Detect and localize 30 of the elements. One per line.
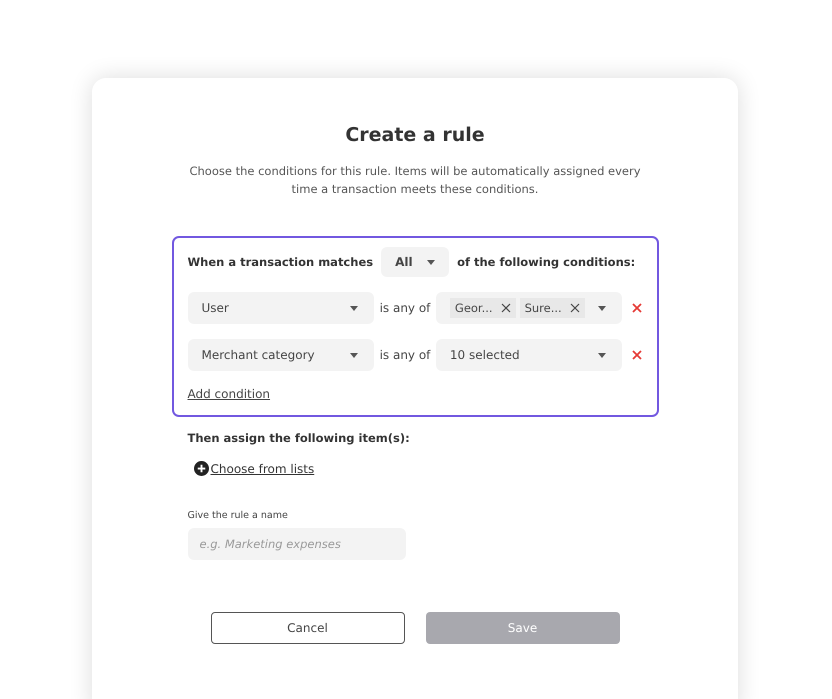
name-field[interactable]: e.g. Marketing expenses (188, 528, 406, 560)
match-dropdown[interactable]: All (381, 247, 450, 277)
dialog-description: Choose the conditions for this rule. Items will be automatically assigned every time a transaction meets these conditions. (188, 163, 642, 198)
operator-label: is any of (378, 301, 432, 315)
chip-remove-icon[interactable] (500, 303, 511, 313)
match-suffix: of the following conditions: (457, 255, 636, 269)
field-dropdown[interactable]: User (188, 292, 374, 324)
chip-label: Geor... (454, 301, 493, 315)
plus-circle-icon (194, 461, 208, 476)
caret-icon (598, 352, 606, 358)
value-dropdown[interactable]: 10 selected (436, 339, 622, 371)
match-label: When a transaction matches (188, 255, 374, 269)
caret-icon (598, 306, 606, 310)
cancel-button[interactable]: Cancel (210, 612, 404, 644)
caret-icon (427, 260, 436, 264)
add-condition-link[interactable]: Add condition (188, 387, 270, 401)
name-label: Give the rule a name (188, 510, 289, 521)
field-dropdown[interactable]: Merchant category (188, 339, 374, 371)
operator-label: is any of (378, 348, 432, 362)
caret-icon (350, 306, 358, 310)
value-dropdown[interactable]: Geor... Sure... (436, 292, 622, 324)
remove-condition-button[interactable] (632, 350, 642, 360)
caret-icon (350, 352, 358, 358)
chip-label: Sure... (524, 301, 562, 315)
assign-heading: Then assign the following item(s): (188, 431, 411, 445)
value-text: 10 selected (450, 348, 520, 362)
remove-condition-button[interactable] (632, 303, 642, 313)
dialog-title: Create a rule (345, 124, 485, 146)
choose-from-lists-link[interactable]: Choose from lists (194, 461, 314, 476)
chip-remove-icon[interactable] (570, 303, 580, 313)
